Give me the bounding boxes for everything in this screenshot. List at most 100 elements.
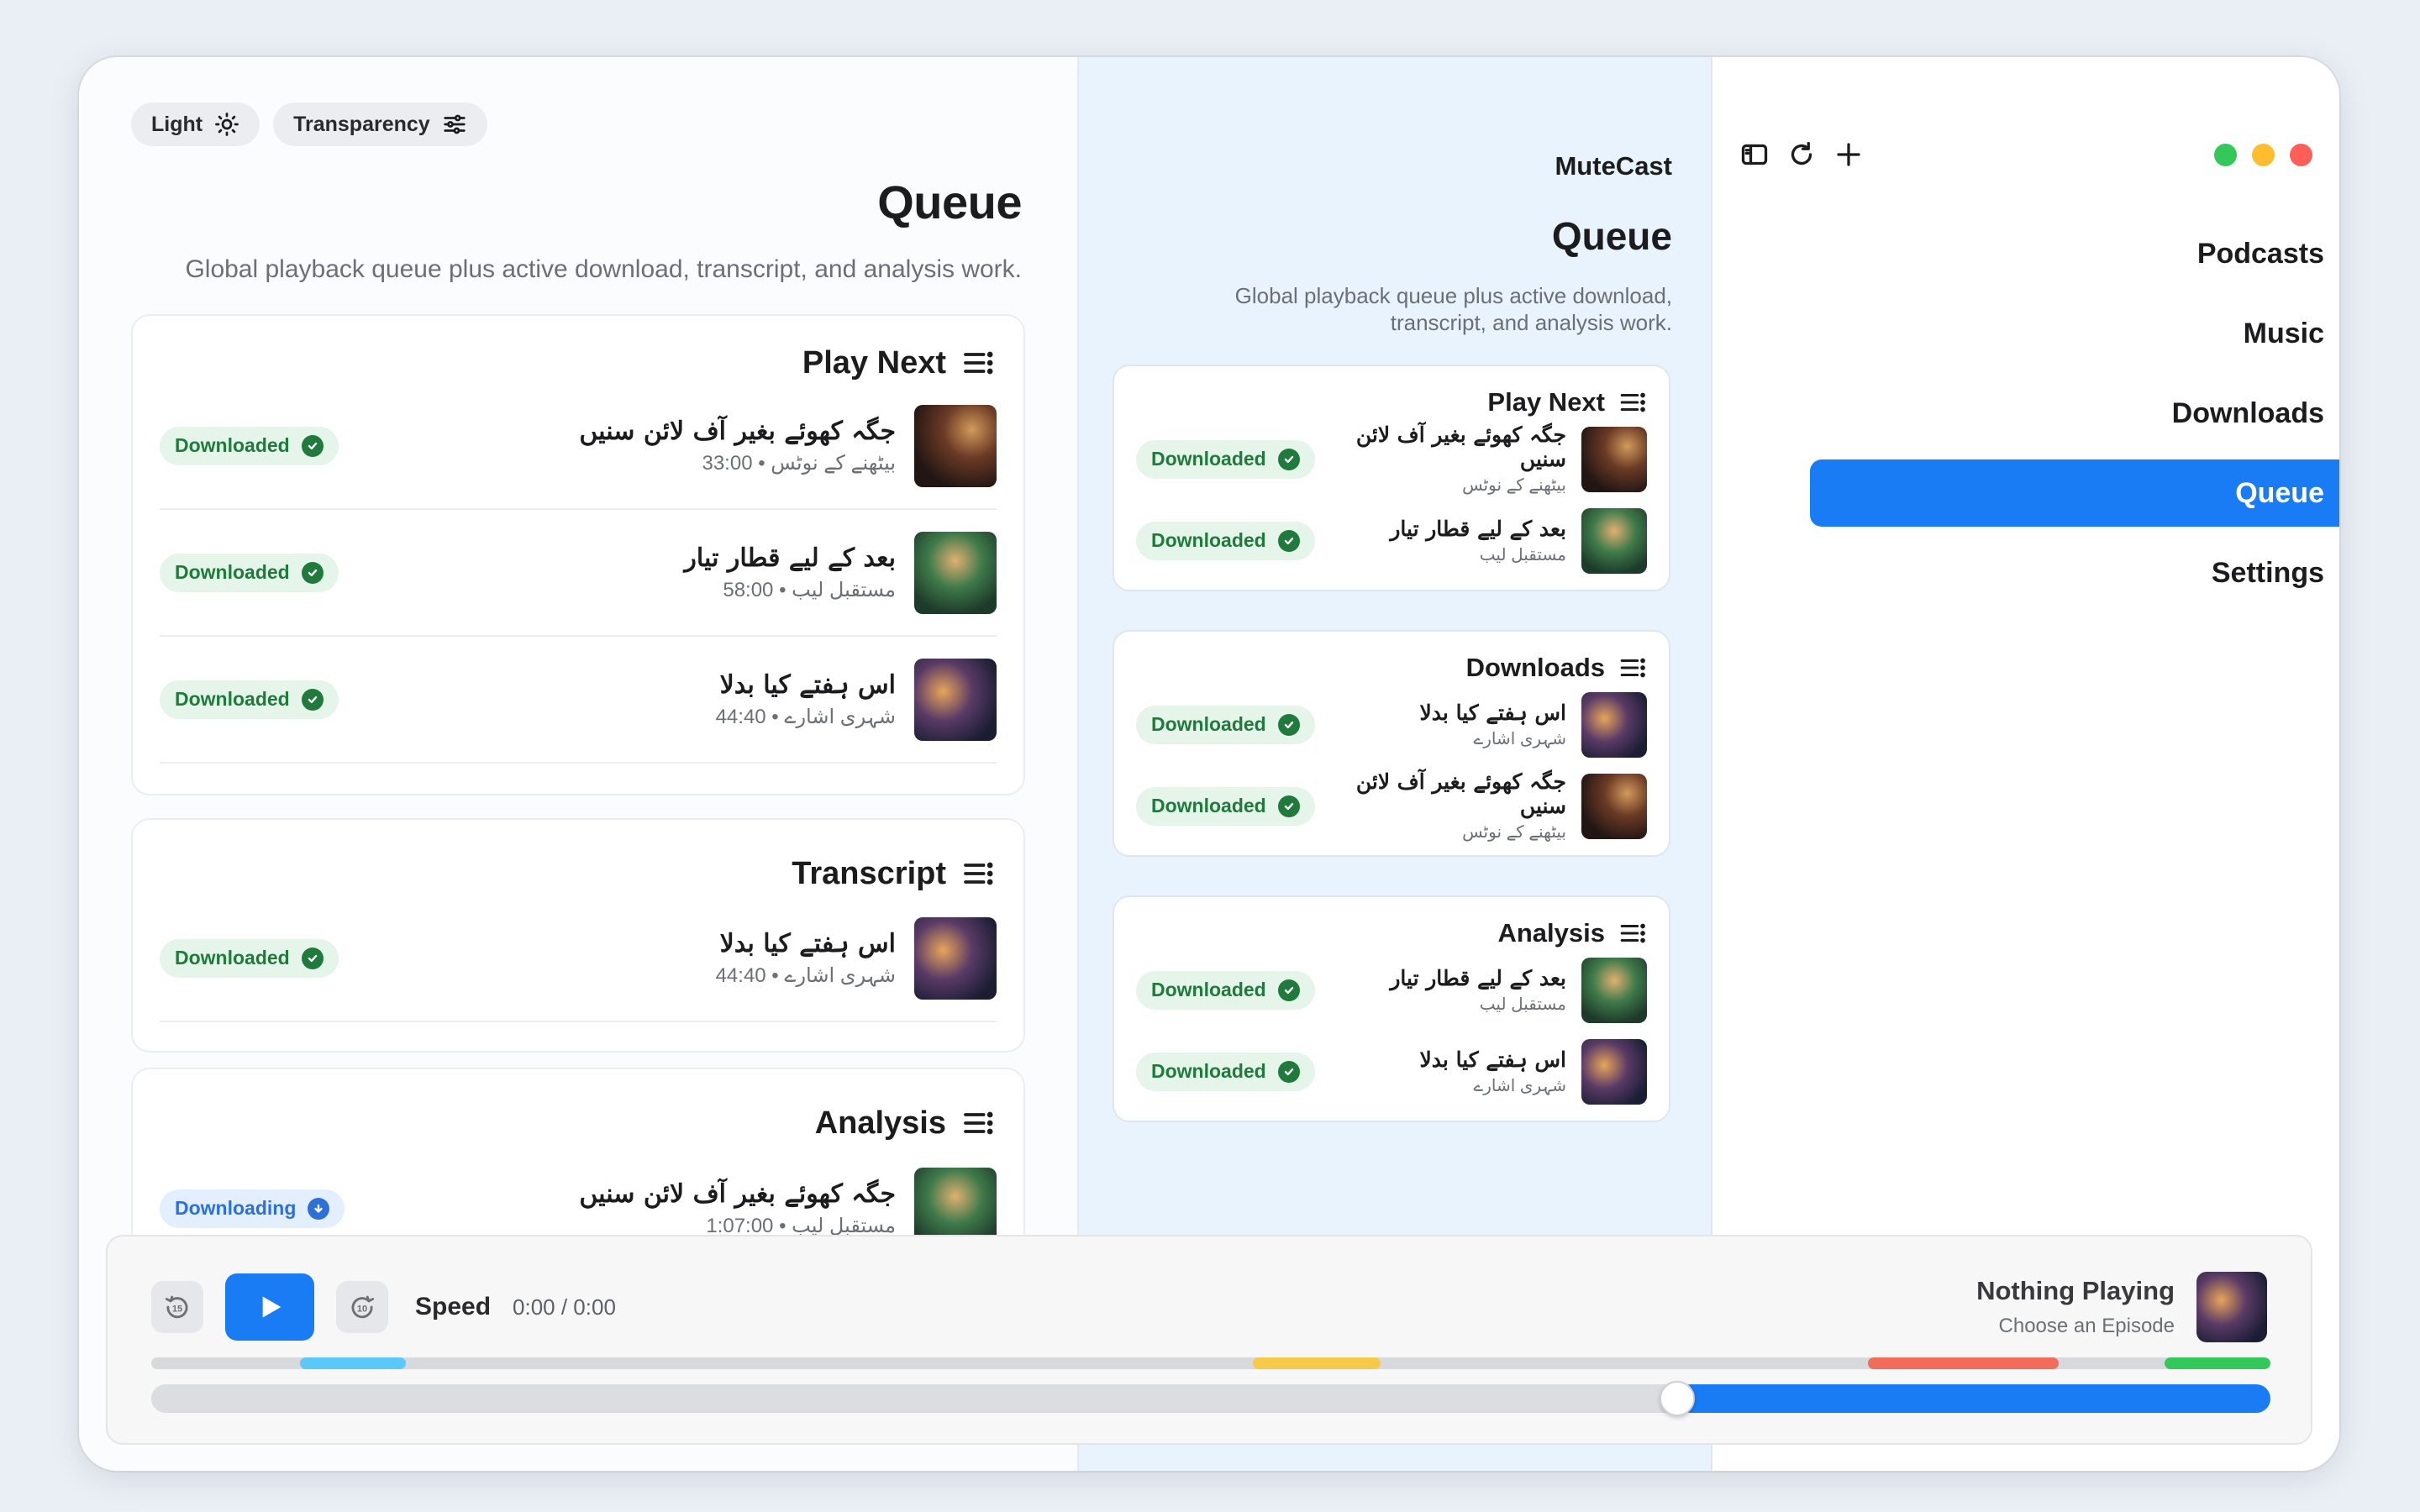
- downloading-badge: Downloading: [160, 1189, 345, 1228]
- add-button[interactable]: [1832, 138, 1865, 171]
- episode-artwork: [1581, 773, 1647, 839]
- light-chip-label: Light: [151, 112, 203, 136]
- episode-info: جگہ کھوئے بغیر آف لائن سنیں بیٹھنے کے نو…: [579, 404, 997, 487]
- now-playing-subtitle: Choose an Episode: [1998, 1315, 2175, 1337]
- episode-title: اس ہفتے کیا بدلا: [1419, 1047, 1566, 1072]
- episode-info: اس ہفتے کیا بدلا شہری اشارے: [1419, 691, 1647, 758]
- queue-row[interactable]: Downloaded اس ہفتے کیا بدلا شہری اشارے •…: [160, 895, 997, 1022]
- transparency-chip[interactable]: Transparency: [273, 102, 487, 146]
- mid-play-next-card: Play Next Downloaded جگہ کھوئے بغیر آف ل…: [1113, 365, 1670, 591]
- downloaded-badge: Downloaded: [1136, 439, 1315, 479]
- queue-row[interactable]: Downloaded اس ہفتے کیا بدلا شہری اشارے: [1114, 684, 1669, 765]
- badge-label: Downloaded: [175, 947, 290, 969]
- page-title: Queue: [877, 176, 1022, 228]
- list-icon[interactable]: [961, 1106, 995, 1140]
- transcript-title: Transcript: [792, 855, 946, 891]
- now-playing-artwork[interactable]: [2196, 1272, 2267, 1342]
- minimize-window-button[interactable]: [2252, 144, 2275, 166]
- skip-forward-button[interactable]: 10: [336, 1281, 388, 1333]
- section-subtitle: Global playback queue plus active downlo…: [1234, 283, 1672, 335]
- episode-meta: بیٹھنے کے نوٹس • 33:00: [702, 451, 896, 475]
- toggle-sidebar-button[interactable]: [1738, 138, 1771, 171]
- episode-meta: شہری اشارے • 44:40: [715, 705, 896, 728]
- episode-title: اس ہفتے کیا بدلا: [1419, 700, 1566, 725]
- queue-row[interactable]: Downloaded اس ہفتے کیا بدلا شہری اشارے •…: [160, 637, 997, 764]
- transparency-chip-label: Transparency: [293, 112, 430, 136]
- episode-info: بعد کے لیے قطار تیار مستقبل لیب • 58:00: [684, 531, 997, 614]
- play-button[interactable]: [225, 1273, 314, 1341]
- sidebar-item-settings[interactable]: Settings: [1810, 539, 2339, 606]
- downloaded-badge: Downloaded: [160, 426, 339, 465]
- sun-icon: [215, 113, 239, 136]
- queue-row[interactable]: Downloaded جگہ کھوئے بغیر آف لائن سنیں ب…: [1114, 418, 1669, 500]
- chapter-segment: [299, 1357, 406, 1369]
- badge-label: Downloaded: [175, 561, 290, 583]
- progress-slider-knob[interactable]: [1659, 1381, 1695, 1416]
- chapter-segments-track[interactable]: [151, 1357, 2270, 1369]
- mid-downloads-card: Downloads Downloaded اس ہفتے کیا بدلا شہ…: [1113, 630, 1670, 857]
- play-next-card: Play Next Downloaded جگہ کھوئے بغیر آف ل…: [131, 314, 1025, 795]
- list-icon[interactable]: [961, 346, 995, 380]
- episode-info: اس ہفتے کیا بدلا شہری اشارے • 44:40: [715, 658, 997, 741]
- progress-slider[interactable]: [151, 1381, 2270, 1416]
- queue-row[interactable]: Downloaded جگہ کھوئے بغیر آف لائن سنیں ب…: [160, 383, 997, 510]
- episode-artwork: [1581, 957, 1647, 1023]
- episode-title: بعد کے لیے قطار تیار: [684, 543, 896, 573]
- window-controls: [2214, 144, 2312, 166]
- check-icon: [1277, 1060, 1300, 1083]
- episode-meta: مستقبل لیب: [1479, 995, 1566, 1014]
- chapter-segment: [1867, 1357, 2059, 1369]
- sidebar-icon: [1741, 144, 1768, 165]
- section-title: Queue: [1551, 214, 1672, 258]
- speed-button[interactable]: Speed: [415, 1293, 491, 1321]
- skip-back-button[interactable]: 15: [151, 1281, 203, 1333]
- zoom-window-button[interactable]: [2214, 144, 2237, 166]
- episode-meta: شہری اشارے: [1473, 1076, 1566, 1095]
- analysis-title: Analysis: [814, 1105, 946, 1141]
- episode-meta: شہری اشارے: [1473, 729, 1566, 748]
- mid-downloads-title: Downloads: [1465, 653, 1605, 682]
- check-icon: [1277, 979, 1300, 1001]
- check-icon: [1277, 713, 1300, 736]
- downloaded-badge: Downloaded: [1136, 786, 1315, 826]
- app-window: Light Transparency Queue Global playback…: [79, 57, 2339, 1471]
- badge-label: Downloaded: [1151, 1060, 1266, 1082]
- episode-meta: مستقبل لیب • 58:00: [723, 578, 896, 601]
- sidebar-item-podcasts[interactable]: Podcasts: [1810, 220, 2339, 287]
- list-icon[interactable]: [961, 857, 995, 890]
- downloaded-badge: Downloaded: [1136, 1052, 1315, 1091]
- list-icon[interactable]: [1618, 654, 1647, 682]
- check-icon: [301, 561, 324, 584]
- queue-row[interactable]: Downloaded بعد کے لیے قطار تیار مستقبل ل…: [1114, 500, 1669, 581]
- episode-info: جگہ کھوئے بغیر آف لائن سنیں بیٹھنے کے نو…: [1315, 769, 1647, 843]
- queue-row[interactable]: Downloaded اس ہفتے کیا بدلا شہری اشارے: [1114, 1031, 1669, 1112]
- episode-artwork: [1581, 426, 1647, 492]
- queue-row[interactable]: Downloaded بعد کے لیے قطار تیار مستقبل ل…: [1114, 949, 1669, 1031]
- queue-row[interactable]: Downloaded جگہ کھوئے بغیر آف لائن سنیں ب…: [1114, 765, 1669, 847]
- mid-play-next-title: Play Next: [1487, 387, 1605, 417]
- light-mode-chip[interactable]: Light: [131, 102, 260, 146]
- episode-artwork: [914, 531, 997, 614]
- close-window-button[interactable]: [2290, 144, 2312, 166]
- play-icon: [262, 1296, 281, 1318]
- sidebar-item-queue[interactable]: Queue: [1810, 459, 2339, 527]
- refresh-button[interactable]: [1785, 138, 1818, 171]
- episode-title: بعد کے لیے قطار تیار: [1390, 516, 1566, 541]
- sidebar-item-music[interactable]: Music: [1810, 300, 2339, 367]
- chapter-segment: [1253, 1357, 1381, 1369]
- list-icon[interactable]: [1618, 388, 1647, 417]
- episode-info: بعد کے لیے قطار تیار مستقبل لیب: [1390, 957, 1647, 1023]
- sidebar-item-label: Music: [2243, 317, 2324, 349]
- queue-row[interactable]: Downloaded بعد کے لیے قطار تیار مستقبل ل…: [160, 510, 997, 637]
- sidebar-item-downloads[interactable]: Downloads: [1810, 380, 2339, 447]
- sidebar-item-label: Downloads: [2171, 396, 2324, 429]
- list-icon[interactable]: [1618, 919, 1647, 948]
- skip-forward-icon: 10: [351, 1295, 375, 1319]
- sidebar-item-label: Podcasts: [2196, 237, 2324, 270]
- episode-title: جگہ کھوئے بغیر آف لائن سنیں: [1355, 769, 1566, 818]
- playback-time: 0:00 / 0:00: [513, 1294, 616, 1320]
- episode-title: جگہ کھوئے بغیر آف لائن سنیں: [1355, 423, 1566, 471]
- check-icon: [301, 947, 324, 969]
- refresh-icon: [1791, 141, 1812, 165]
- download-progress-icon: [308, 1197, 330, 1220]
